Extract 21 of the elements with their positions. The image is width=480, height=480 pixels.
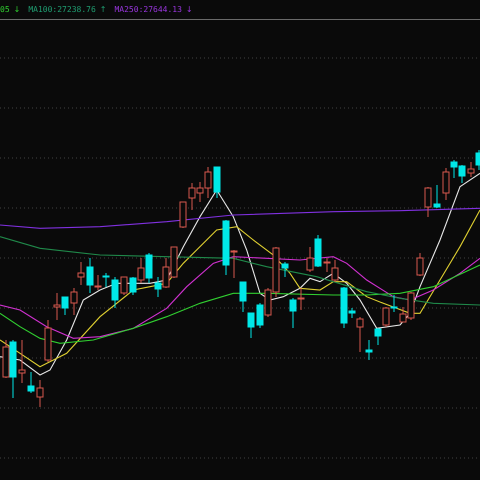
candlestick xyxy=(416,252,424,276)
candlestick xyxy=(78,262,84,286)
candlestick xyxy=(18,340,26,384)
candlestick xyxy=(70,288,78,316)
candlestick xyxy=(180,202,186,228)
candlestick xyxy=(28,372,34,394)
candlestick xyxy=(424,186,432,218)
candlestick xyxy=(434,184,440,208)
candlestick xyxy=(120,276,128,296)
trend-arrow: ↓ xyxy=(14,5,20,14)
candlestick xyxy=(44,320,52,362)
candlestick xyxy=(214,166,220,198)
ma-value: MA250:27644.13 xyxy=(114,5,182,14)
ma-value: 05 xyxy=(0,5,10,14)
trend-arrow: ↑ xyxy=(100,5,106,14)
candlestick xyxy=(282,262,288,278)
ma-value: MA100:27238.76 xyxy=(28,5,96,14)
candlestick xyxy=(36,380,44,408)
candlestick xyxy=(366,340,372,360)
candlestick xyxy=(112,276,118,308)
trend-arrow: ↓ xyxy=(186,5,193,14)
